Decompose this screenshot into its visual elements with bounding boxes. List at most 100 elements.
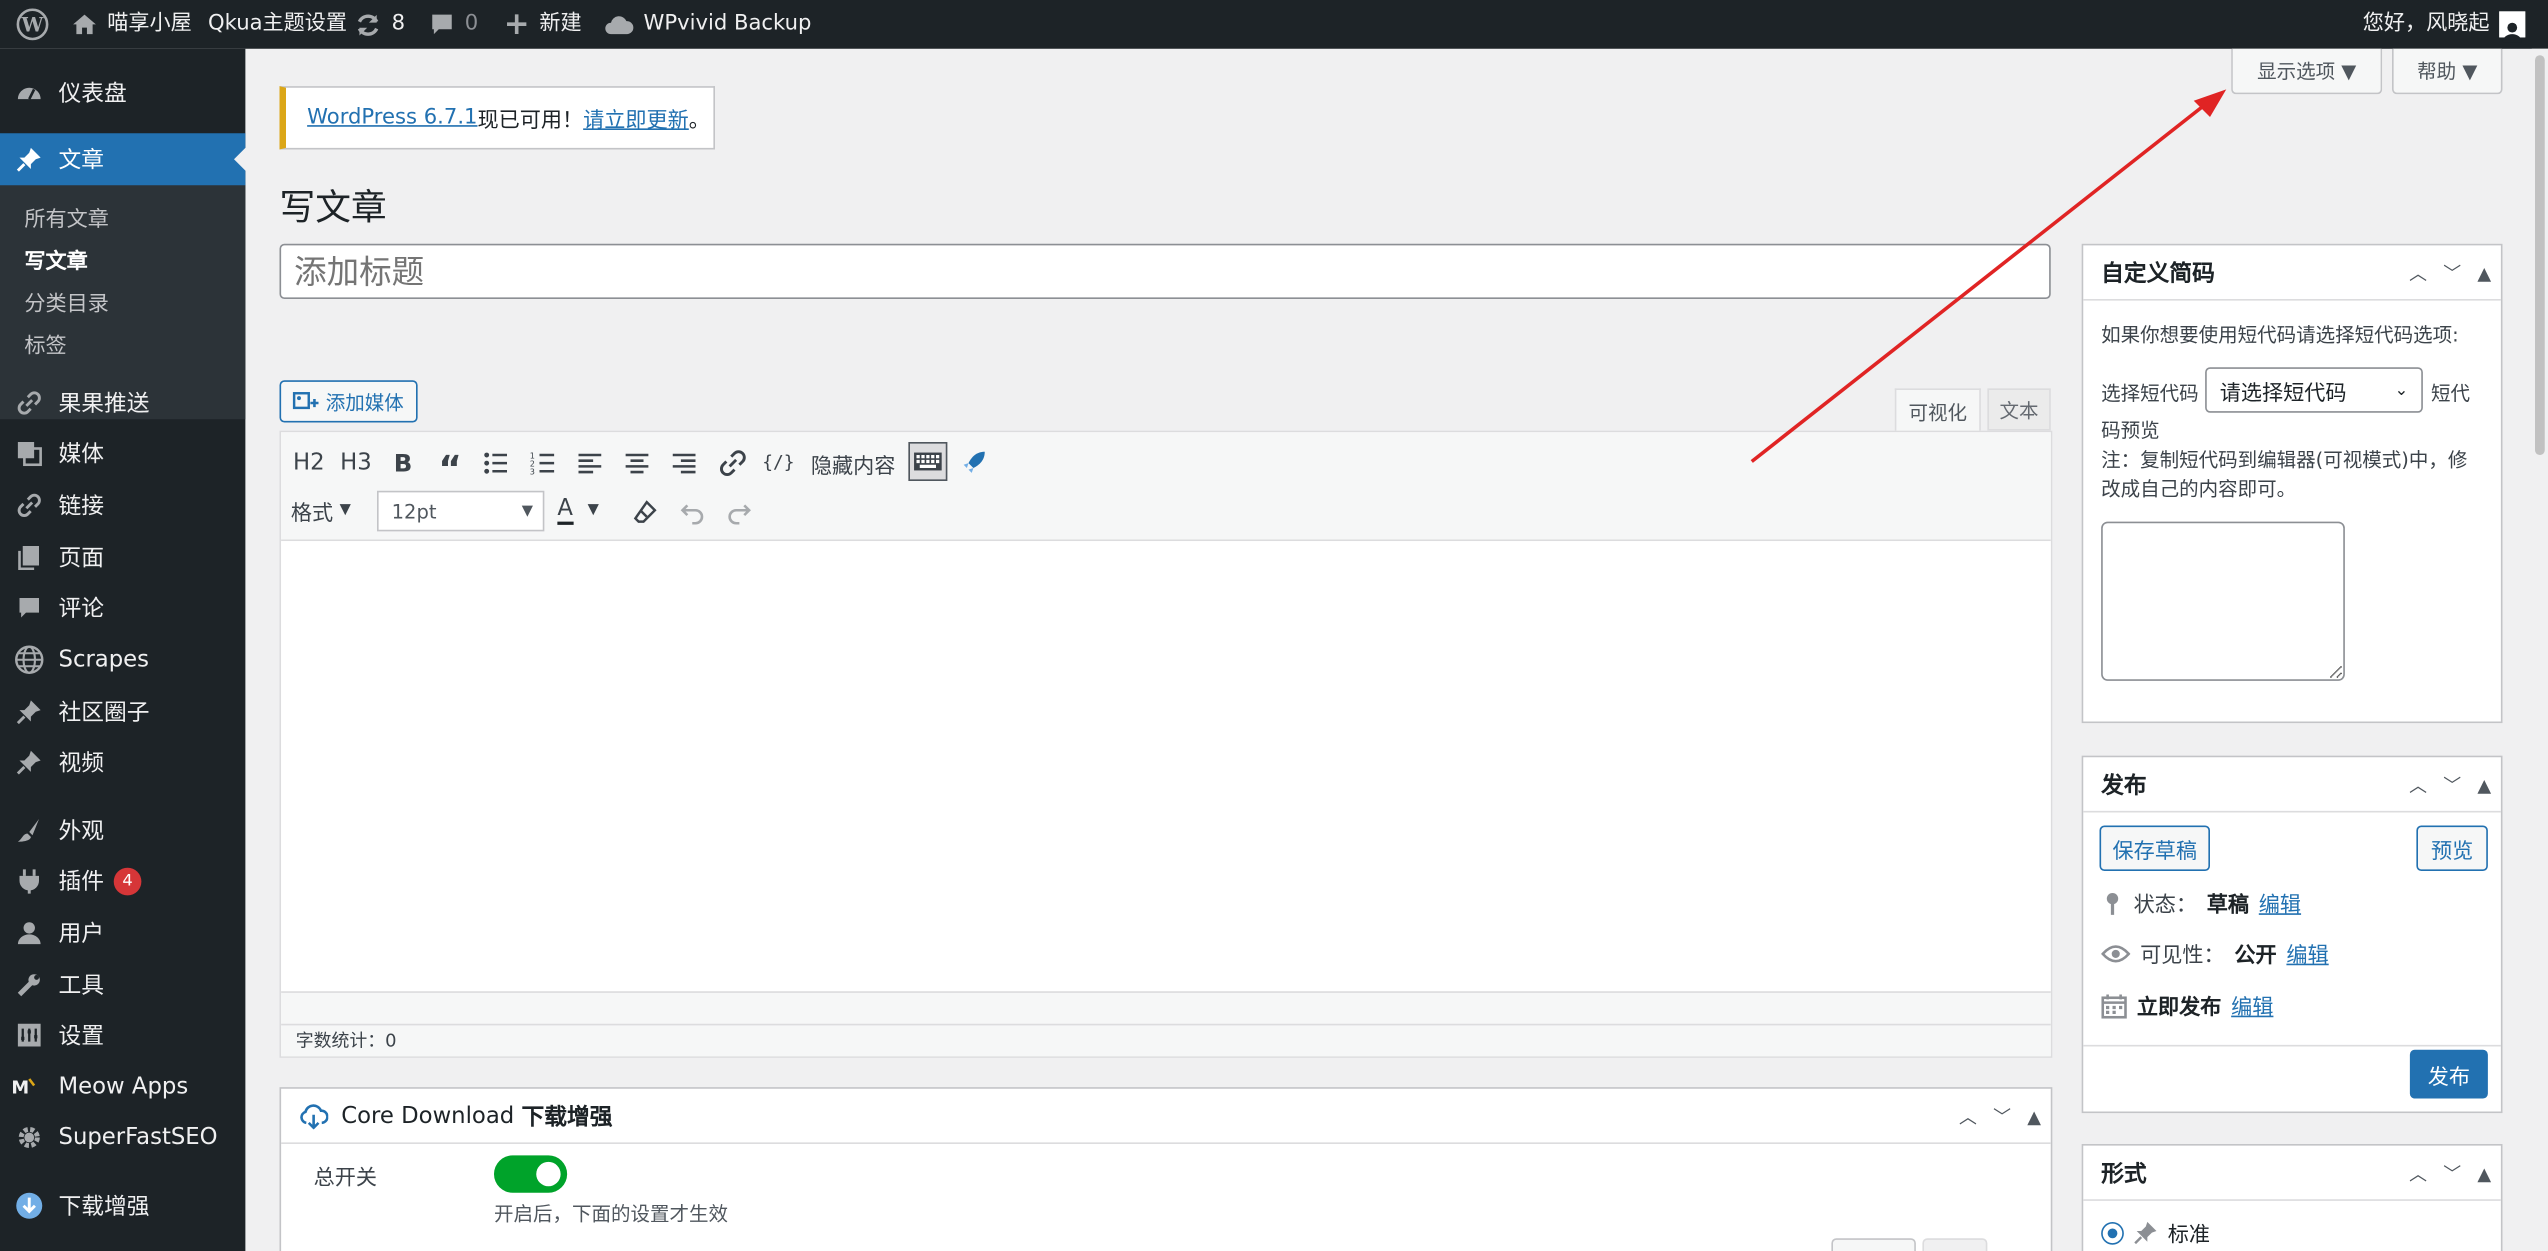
site-name: 喵享小屋 [107,11,192,36]
format-label: 格式 [290,501,334,526]
sidebar-item-5[interactable]: 页面 [0,531,245,583]
publish-button[interactable]: 发布 [2409,1049,2488,1099]
core-download-action-button[interactable] [1831,1238,1916,1251]
shortcode-select[interactable]: 请选择短代码 ⌄ [2205,367,2423,413]
tab-text[interactable]: 文本 [1987,388,2051,431]
preview-button[interactable]: 预览 [2416,825,2488,871]
toggle-panel-icon[interactable]: ▲ [2477,1163,2491,1184]
save-draft-label: 保存草稿 [2112,839,2197,864]
submenu-tags[interactable]: 标签 [24,328,66,359]
my-account-link[interactable]: 您好，风晓起 [2363,0,2526,49]
move-down-icon[interactable]: ﹀ [1993,1103,2011,1129]
chevron-down-icon: ▼ [339,502,351,519]
sidebar-item-15[interactable]: M Meow Apps [0,1061,245,1113]
sidebar-item-16[interactable]: SuperFastSEO [0,1112,245,1164]
move-up-icon[interactable]: ︿ [2409,772,2427,798]
update-now-link[interactable]: 请立即更新 [583,102,689,133]
undo-icon[interactable] [679,499,705,525]
move-down-icon[interactable]: ﹀ [2443,772,2461,798]
new-label: 新建 [539,11,582,36]
submenu-new-post[interactable]: 写文章 [24,244,87,274]
keyboard-toggle-button[interactable] [908,442,948,481]
add-media-button[interactable]: 添加媒体 [279,380,418,423]
master-switch-label: 总开关 [313,1166,378,1192]
sidebar-item-4[interactable]: 链接 [0,479,245,531]
format-standard-option[interactable]: 标准 [2101,1217,2210,1248]
bold-button[interactable]: B [388,447,417,480]
code-icon[interactable]: {/} [762,447,795,476]
sidebar-item-11[interactable]: 插件 4 [0,855,245,907]
heading2-button[interactable]: H2 [291,447,327,480]
numbered-list-icon[interactable]: 123 [530,450,556,476]
move-up-icon[interactable]: ︿ [2409,260,2427,286]
tab-visual[interactable]: 可视化 [1894,388,1981,433]
comments-link[interactable]: 0 [429,0,478,49]
sidebar-item-0[interactable]: 仪表盘 [0,67,245,119]
visibility-edit-link[interactable]: 编辑 [2286,938,2328,968]
media-icon [0,440,59,467]
align-left-icon[interactable] [577,450,603,476]
editor-content-area[interactable] [281,541,2051,992]
text-color-button[interactable]: A ▼ [557,491,599,530]
bullet-list-icon[interactable] [483,450,509,476]
clear-formatting-icon[interactable] [632,499,658,525]
submenu-categories[interactable]: 分类目录 [24,286,109,317]
schedule-edit-link[interactable]: 编辑 [2231,990,2273,1020]
blockquote-button[interactable]: “ [434,447,467,490]
move-up-icon[interactable]: ︿ [2409,1160,2427,1186]
link-icon[interactable] [718,449,747,478]
save-draft-button[interactable]: 保存草稿 [2099,825,2210,871]
sidebar-item-2[interactable]: 果果推送 [0,377,245,429]
post-title-input[interactable] [279,243,2051,299]
sidebar-item-3[interactable]: 媒体 [0,427,245,479]
sidebar-item-17[interactable]: 下载增强 [0,1180,245,1232]
sidebar-item-9[interactable]: 视频 [0,736,245,788]
publish-divider [2083,1044,2501,1047]
master-switch-toggle[interactable] [494,1155,568,1193]
move-up-icon[interactable]: ︿ [1959,1103,1977,1129]
sidebar-item-14[interactable]: 设置 [0,1009,245,1061]
wpvivid-backup-link[interactable]: WPvivid Backup [605,0,811,49]
notice-text: 现已可用！ [477,108,584,134]
new-content-link[interactable]: + 新建 [504,0,582,49]
screen-options-label: 显示选项 ▼ [2257,60,2357,83]
screen-options-button[interactable]: 显示选项 ▼ [2231,48,2383,95]
hidden-content-button[interactable]: 隐藏内容 [811,447,896,480]
globe-icon [0,644,59,677]
sidebar-item-label: 链接 [58,494,105,520]
sidebar-item-10[interactable]: 外观 [0,804,245,856]
help-button[interactable]: 帮助 ▼ [2392,48,2503,95]
toggle-panel-icon[interactable]: ▲ [2477,774,2491,795]
scrollbar-track[interactable] [2531,48,2548,1251]
toggle-panel-icon[interactable]: ▲ [2027,1106,2041,1127]
wordpress-version-link[interactable]: WordPress 6.7.1 [307,106,477,130]
align-center-icon[interactable] [624,450,650,476]
sidebar-item-6[interactable]: 评论 [0,582,245,634]
status-edit-link[interactable]: 编辑 [2259,887,2301,918]
wordpress-logo-icon[interactable]: W [16,0,49,49]
shortcode-preview-textarea[interactable] [2101,521,2345,681]
theme-settings-link[interactable]: Qkua主题设置 [208,0,347,49]
sidebar-item-12[interactable]: 用户 [0,907,245,959]
rocket-icon[interactable] [962,449,988,475]
scrollbar-thumb[interactable] [2535,55,2545,455]
align-right-icon[interactable] [671,450,697,476]
visibility-label: 可见性： [2140,944,2225,969]
pushpin-icon [0,749,59,775]
sidebar-item-13[interactable]: 工具 [0,959,245,1011]
submenu-all-posts[interactable]: 所有文章 [24,202,109,232]
heading3-button[interactable]: H3 [338,447,374,480]
standard-radio[interactable] [2101,1221,2124,1244]
sidebar-item-8[interactable]: 社区圈子 [0,686,245,738]
font-size-select[interactable]: 12pt ▼ [377,490,545,532]
core-download-action-button[interactable] [1922,1238,1988,1251]
updates-link[interactable]: 8 [354,0,405,49]
move-down-icon[interactable]: ﹀ [2443,1160,2461,1186]
format-dropdown[interactable]: 格式 ▼ [291,491,351,530]
move-down-icon[interactable]: ﹀ [2443,260,2461,286]
toggle-panel-icon[interactable]: ▲ [2477,262,2491,283]
site-name-link[interactable]: 喵享小屋 [72,0,192,49]
sidebar-item-7[interactable]: Scrapes [0,634,245,686]
sidebar-item-1[interactable]: 文章 [0,133,246,186]
redo-icon[interactable] [726,499,752,525]
